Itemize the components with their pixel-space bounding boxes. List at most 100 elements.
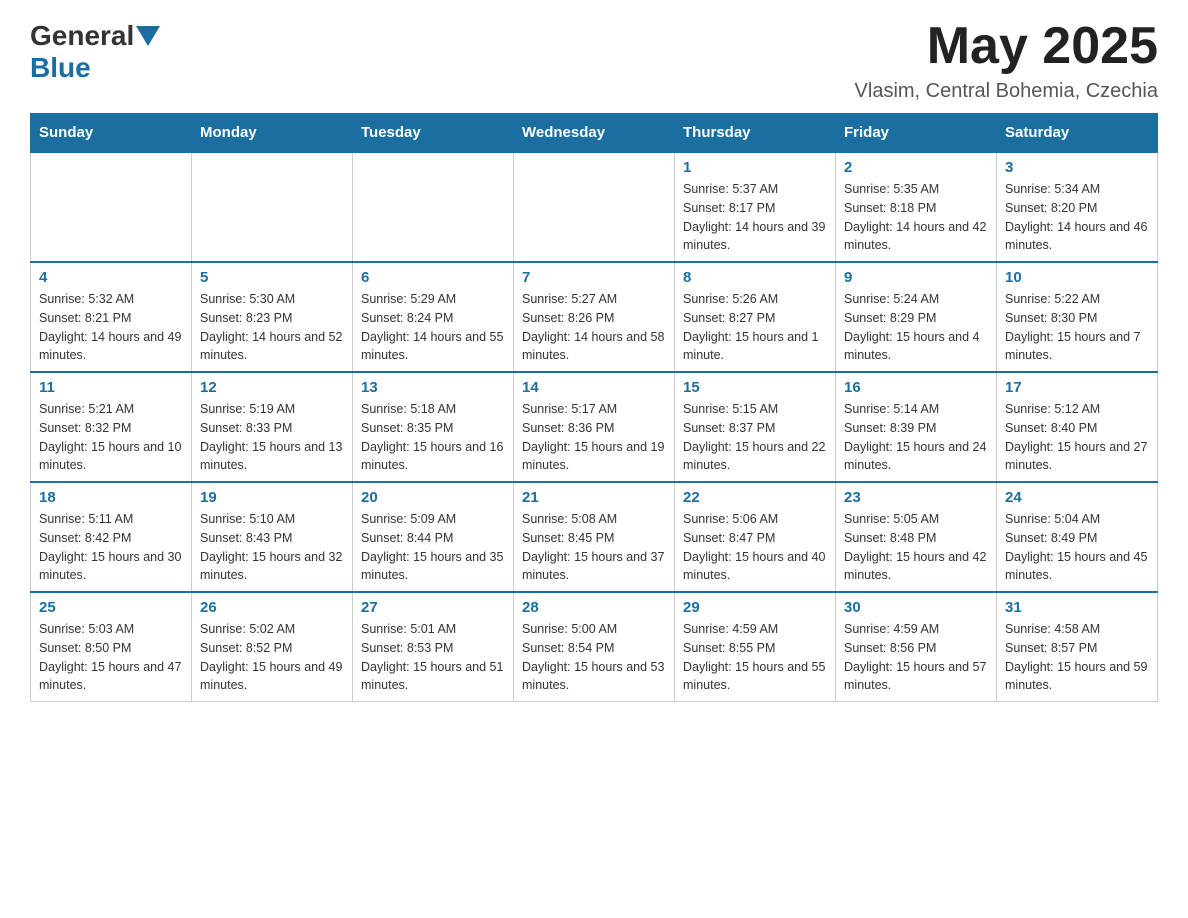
calendar-header-sunday: Sunday — [31, 114, 192, 153]
title-section: May 2025 Vlasim, Central Bohemia, Czechi… — [855, 20, 1158, 103]
week-row-3: 11 Sunrise: 5:21 AMSunset: 8:32 PMDayligh… — [31, 372, 1158, 482]
day-number: 17 — [1005, 379, 1149, 396]
day-number: 28 — [522, 599, 666, 616]
week-row-2: 4 Sunrise: 5:32 AMSunset: 8:21 PMDaylight… — [31, 262, 1158, 372]
calendar-cell: 19Sunrise: 5:10 AMSunset: 8:43 PMDayligh… — [192, 482, 353, 592]
day-info: Sunrise: 5:03 AMSunset: 8:50 PMDaylight:… — [39, 620, 183, 695]
day-number: 1 — [683, 159, 827, 176]
calendar-cell: 26 Sunrise: 5:02 AMSunset: 8:52 PMDayligh… — [192, 592, 353, 702]
day-info: Sunrise: 5:24 AMSunset: 8:29 PMDaylight:… — [844, 290, 988, 365]
day-info: Sunrise: 5:09 AMSunset: 8:44 PMDaylight:… — [361, 510, 505, 585]
day-info: Sunrise: 5:11 AMSunset: 8:42 PMDaylight:… — [39, 510, 183, 585]
day-number: 11 — [39, 379, 183, 396]
day-number: 30 — [844, 599, 988, 616]
calendar-cell: 10 Sunrise: 5:22 AMSunset: 8:30 PMDayligh… — [997, 262, 1158, 372]
calendar-cell: 28 Sunrise: 5:00 AMSunset: 8:54 PMDayligh… — [514, 592, 675, 702]
day-info: Sunrise: 5:29 AMSunset: 8:24 PMDaylight:… — [361, 290, 505, 365]
calendar-cell: 3Sunrise: 5:34 AMSunset: 8:20 PMDaylight… — [997, 152, 1158, 262]
calendar-cell: 17 Sunrise: 5:12 AMSunset: 8:40 PMDayligh… — [997, 372, 1158, 482]
calendar-cell: 16 Sunrise: 5:14 AMSunset: 8:39 PMDayligh… — [836, 372, 997, 482]
logo-triangle-icon — [136, 26, 160, 46]
calendar-cell: 30 Sunrise: 4:59 AMSunset: 8:56 PMDayligh… — [836, 592, 997, 702]
calendar-cell: 20 Sunrise: 5:09 AMSunset: 8:44 PMDayligh… — [353, 482, 514, 592]
logo-general-text: General — [30, 20, 134, 52]
calendar-cell: 18 Sunrise: 5:11 AMSunset: 8:42 PMDayligh… — [31, 482, 192, 592]
day-number: 2 — [844, 159, 988, 176]
month-year-title: May 2025 — [855, 20, 1158, 72]
calendar-header-saturday: Saturday — [997, 114, 1158, 153]
calendar-cell: 2 Sunrise: 5:35 AMSunset: 8:18 PMDaylight… — [836, 152, 997, 262]
day-info: Sunrise: 5:15 AMSunset: 8:37 PMDaylight:… — [683, 400, 827, 475]
day-info: Sunrise: 5:02 AMSunset: 8:52 PMDaylight:… — [200, 620, 344, 695]
day-number: 10 — [1005, 269, 1149, 286]
calendar-header-row: SundayMondayTuesdayWednesdayThursdayFrid… — [31, 114, 1158, 153]
day-number: 9 — [844, 269, 988, 286]
day-info: Sunrise: 5:06 AMSunset: 8:47 PMDaylight:… — [683, 510, 827, 585]
day-number: 26 — [200, 599, 344, 616]
day-info: Sunrise: 5:14 AMSunset: 8:39 PMDaylight:… — [844, 400, 988, 475]
calendar-cell: 15 Sunrise: 5:15 AMSunset: 8:37 PMDayligh… — [675, 372, 836, 482]
calendar-table: SundayMondayTuesdayWednesdayThursdayFrid… — [30, 113, 1158, 702]
day-number: 25 — [39, 599, 183, 616]
calendar-cell: 8 Sunrise: 5:26 AMSunset: 8:27 PMDaylight… — [675, 262, 836, 372]
day-number: 8 — [683, 269, 827, 286]
day-info: Sunrise: 4:58 AMSunset: 8:57 PMDaylight:… — [1005, 620, 1149, 695]
calendar-cell: 29Sunrise: 4:59 AMSunset: 8:55 PMDayligh… — [675, 592, 836, 702]
calendar-cell: 23 Sunrise: 5:05 AMSunset: 8:48 PMDayligh… — [836, 482, 997, 592]
day-info: Sunrise: 5:32 AMSunset: 8:21 PMDaylight:… — [39, 290, 183, 365]
location-subtitle: Vlasim, Central Bohemia, Czechia — [855, 80, 1158, 103]
day-info: Sunrise: 5:18 AMSunset: 8:35 PMDaylight:… — [361, 400, 505, 475]
week-row-5: 25 Sunrise: 5:03 AMSunset: 8:50 PMDayligh… — [31, 592, 1158, 702]
calendar-cell — [192, 152, 353, 262]
day-info: Sunrise: 5:05 AMSunset: 8:48 PMDaylight:… — [844, 510, 988, 585]
day-number: 4 — [39, 269, 183, 286]
day-number: 15 — [683, 379, 827, 396]
calendar-cell: 31 Sunrise: 4:58 AMSunset: 8:57 PMDayligh… — [997, 592, 1158, 702]
logo-blue-text: Blue — [30, 52, 91, 83]
logo: General Blue — [30, 20, 162, 84]
day-number: 21 — [522, 489, 666, 506]
day-info: Sunrise: 5:04 AMSunset: 8:49 PMDaylight:… — [1005, 510, 1149, 585]
day-info: Sunrise: 5:35 AMSunset: 8:18 PMDaylight:… — [844, 180, 988, 255]
day-number: 5 — [200, 269, 344, 286]
day-number: 7 — [522, 269, 666, 286]
calendar-header-tuesday: Tuesday — [353, 114, 514, 153]
day-number: 16 — [844, 379, 988, 396]
calendar-cell: 14Sunrise: 5:17 AMSunset: 8:36 PMDayligh… — [514, 372, 675, 482]
calendar-cell: 11 Sunrise: 5:21 AMSunset: 8:32 PMDayligh… — [31, 372, 192, 482]
day-info: Sunrise: 5:22 AMSunset: 8:30 PMDaylight:… — [1005, 290, 1149, 365]
calendar-cell: 7 Sunrise: 5:27 AMSunset: 8:26 PMDaylight… — [514, 262, 675, 372]
day-number: 29 — [683, 599, 827, 616]
day-number: 22 — [683, 489, 827, 506]
day-number: 19 — [200, 489, 344, 506]
day-info: Sunrise: 5:08 AMSunset: 8:45 PMDaylight:… — [522, 510, 666, 585]
calendar-cell: 1 Sunrise: 5:37 AMSunset: 8:17 PMDaylight… — [675, 152, 836, 262]
day-info: Sunrise: 5:12 AMSunset: 8:40 PMDaylight:… — [1005, 400, 1149, 475]
day-number: 23 — [844, 489, 988, 506]
day-number: 24 — [1005, 489, 1149, 506]
calendar-cell: 9 Sunrise: 5:24 AMSunset: 8:29 PMDaylight… — [836, 262, 997, 372]
calendar-cell — [514, 152, 675, 262]
calendar-header-thursday: Thursday — [675, 114, 836, 153]
calendar-cell: 4 Sunrise: 5:32 AMSunset: 8:21 PMDaylight… — [31, 262, 192, 372]
day-info: Sunrise: 5:21 AMSunset: 8:32 PMDaylight:… — [39, 400, 183, 475]
calendar-header-monday: Monday — [192, 114, 353, 153]
day-number: 27 — [361, 599, 505, 616]
day-info: Sunrise: 5:17 AMSunset: 8:36 PMDaylight:… — [522, 400, 666, 475]
calendar-cell — [31, 152, 192, 262]
calendar-cell: 12Sunrise: 5:19 AMSunset: 8:33 PMDayligh… — [192, 372, 353, 482]
day-number: 31 — [1005, 599, 1149, 616]
day-info: Sunrise: 5:00 AMSunset: 8:54 PMDaylight:… — [522, 620, 666, 695]
day-info: Sunrise: 5:37 AMSunset: 8:17 PMDaylight:… — [683, 180, 827, 255]
day-number: 20 — [361, 489, 505, 506]
calendar-cell: 25 Sunrise: 5:03 AMSunset: 8:50 PMDayligh… — [31, 592, 192, 702]
day-number: 18 — [39, 489, 183, 506]
day-info: Sunrise: 5:26 AMSunset: 8:27 PMDaylight:… — [683, 290, 827, 365]
day-info: Sunrise: 4:59 AMSunset: 8:56 PMDaylight:… — [844, 620, 988, 695]
day-number: 6 — [361, 269, 505, 286]
day-info: Sunrise: 5:27 AMSunset: 8:26 PMDaylight:… — [522, 290, 666, 365]
day-info: Sunrise: 5:34 AMSunset: 8:20 PMDaylight:… — [1005, 180, 1149, 255]
day-number: 13 — [361, 379, 505, 396]
calendar-header-wednesday: Wednesday — [514, 114, 675, 153]
page-header: General Blue May 2025 Vlasim, Central Bo… — [30, 20, 1158, 103]
